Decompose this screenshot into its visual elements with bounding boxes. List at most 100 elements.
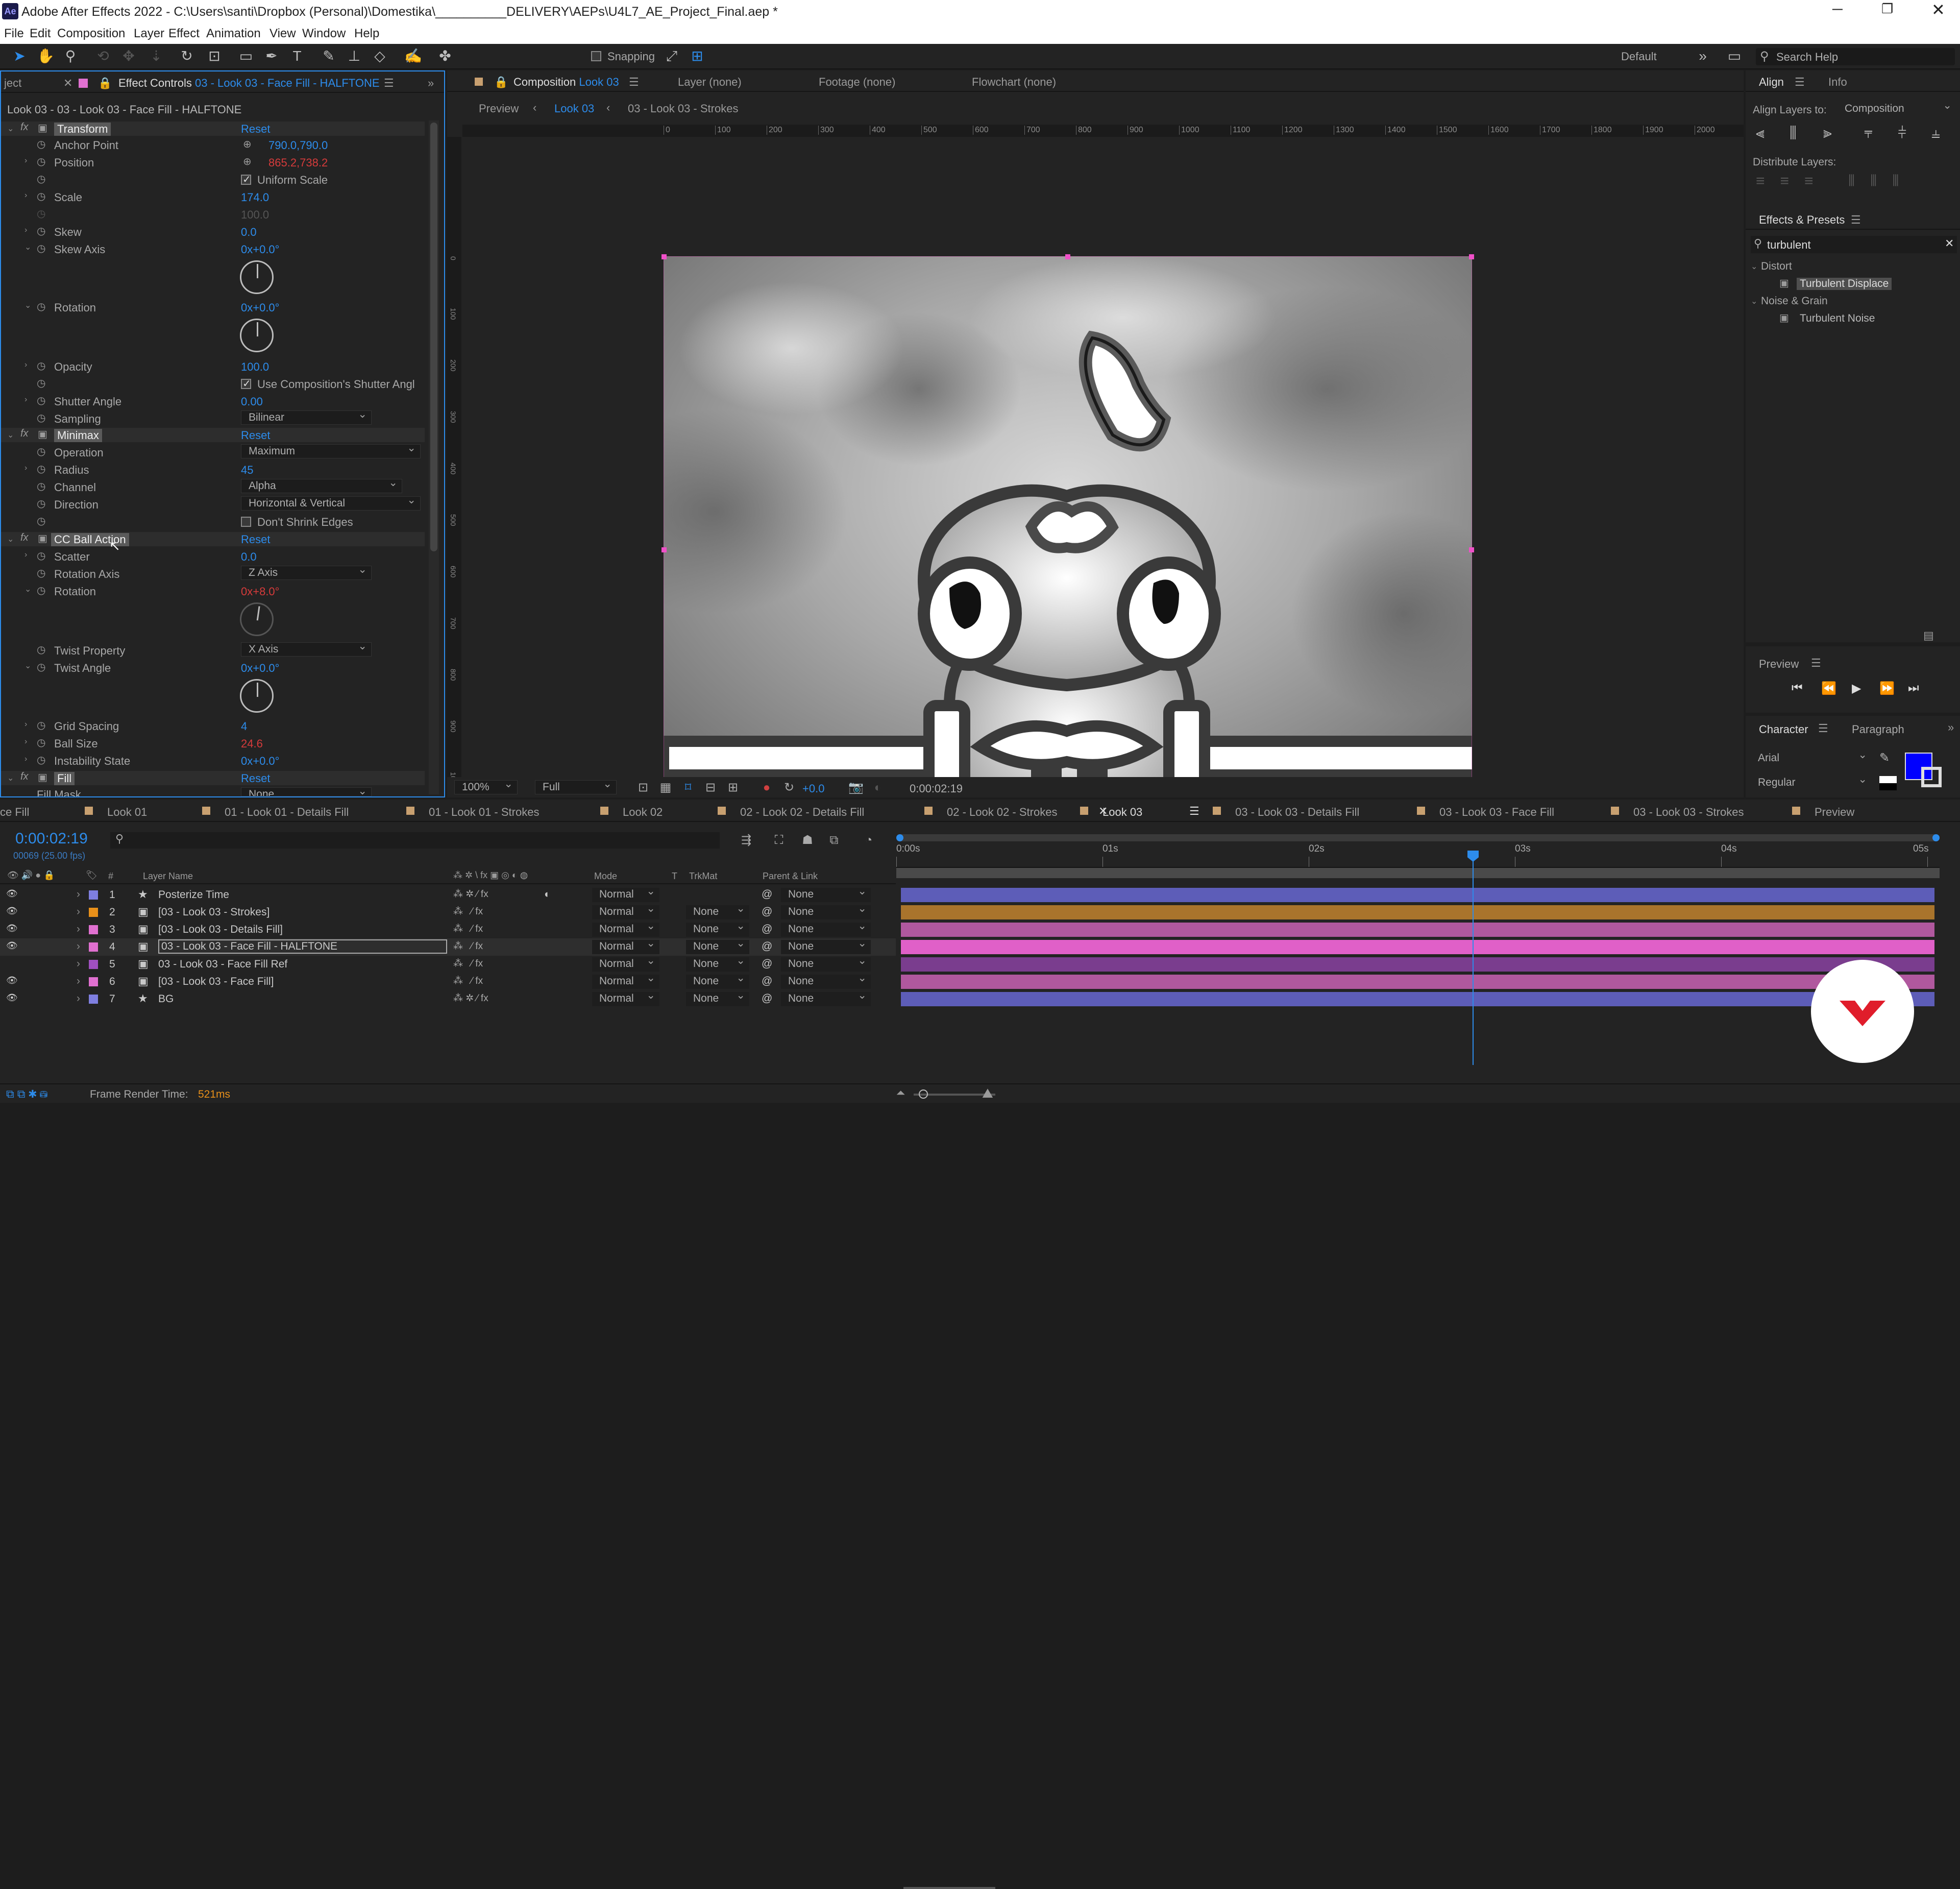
snap-features-icon[interactable]: ⊞ — [689, 48, 705, 64]
stopwatch-icon[interactable]: ◷ — [37, 719, 45, 732]
navigator-start-handle[interactable] — [896, 834, 903, 841]
align-top-icon[interactable]: ⫧ — [1864, 125, 1873, 142]
horizontal-ruler[interactable]: 0 100 200 300 400 500 600 700 800 900 1000 1100 1200… — [462, 125, 1744, 137]
font-family-dropdown[interactable]: Arial — [1751, 748, 1871, 766]
fill-preset-icon[interactable]: ▣ — [38, 771, 47, 784]
anchor-crosshair-icon[interactable]: ⊕ — [243, 138, 252, 151]
layer-row[interactable]: 👁 › 6 ▣ [03 - Look 03 - Face Fill] ⁂ ⁄ fx Norm… — [0, 972, 896, 990]
layer-switches[interactable]: ⁂ ⁄ fx — [453, 975, 483, 987]
layer-duration-bar[interactable] — [901, 940, 1934, 954]
ccball-rotation-collapse-icon[interactable]: ⌄ — [24, 584, 31, 594]
close-tab-icon[interactable]: ✕ — [1098, 805, 1108, 818]
comp-shutter-checkbox[interactable] — [241, 377, 251, 390]
effect-turbulent-noise[interactable]: Turbulent Noise — [1800, 312, 1875, 325]
ccball-reset[interactable]: Reset — [241, 533, 270, 546]
transparency-grid-icon[interactable]: ▦ — [658, 781, 673, 795]
composition-tab[interactable]: Composition Look 03 — [513, 76, 619, 89]
rotation-axis-dropdown[interactable]: Z Axis — [241, 563, 372, 580]
visibility-eye-icon[interactable]: 👁 — [6, 906, 18, 916]
color-channels-icon[interactable]: ● — [760, 781, 774, 795]
blend-mode-dropdown[interactable]: Normal — [592, 919, 659, 937]
stopwatch-icon[interactable]: ◷ — [37, 225, 45, 237]
rotation-collapse-icon[interactable]: ⌄ — [24, 300, 31, 310]
time-navigator[interactable] — [896, 834, 1940, 841]
navigator-end-handle[interactable] — [1932, 834, 1940, 841]
parent-dropdown[interactable]: None — [781, 989, 871, 1006]
stroke-color-swatch[interactable] — [1921, 767, 1942, 787]
pickwhip-icon[interactable]: @ — [762, 958, 772, 970]
stopwatch-icon[interactable]: ◷ — [37, 394, 45, 407]
stopwatch-icon[interactable]: ◷ — [37, 411, 45, 424]
orbit-tool-icon[interactable]: ⟲ — [95, 48, 111, 64]
pickwhip-icon[interactable]: @ — [762, 975, 772, 987]
menu-layer[interactable]: Layer — [134, 27, 164, 41]
fx-toggle-icon[interactable]: fx — [20, 122, 29, 133]
status-icons[interactable]: ⧉ ⧉ ✱ ⛁ — [6, 1087, 47, 1101]
pan-tool-icon[interactable]: ✥ — [120, 48, 137, 64]
stopwatch-icon[interactable]: ◷ — [37, 300, 45, 313]
menu-file[interactable]: File — [4, 27, 24, 41]
pickwhip-icon[interactable]: @ — [762, 888, 772, 901]
fx-toggle-icon[interactable]: fx — [20, 428, 29, 440]
crumb-look03[interactable]: Look 03 — [554, 102, 594, 115]
layer-search-field[interactable]: ⚲ — [110, 832, 720, 849]
layer-label-color[interactable] — [89, 942, 98, 952]
timeline-zoom-slider[interactable] — [903, 1887, 995, 1889]
rotation-value[interactable]: 0x+0.0° — [241, 301, 279, 314]
menu-edit[interactable]: Edit — [30, 27, 51, 41]
panel-menu-icon[interactable]: ☰ — [1795, 76, 1805, 89]
menu-effect[interactable]: Effect — [168, 27, 200, 41]
fill-reset[interactable]: Reset — [241, 772, 270, 785]
crumb-left-arrow-icon[interactable]: ‹ — [533, 101, 536, 114]
menu-view[interactable]: View — [270, 27, 296, 41]
scale-expand-icon[interactable]: › — [24, 191, 27, 200]
zoom-slider-knob[interactable] — [919, 1089, 928, 1099]
trkmat-dropdown[interactable]: None — [686, 937, 749, 954]
stopwatch-icon[interactable]: ◷ — [37, 190, 45, 203]
show-snapshot-icon[interactable]: ◐ — [871, 781, 885, 795]
paragraph-tab[interactable]: Paragraph — [1852, 723, 1904, 736]
expand-layer-icon[interactable]: › — [77, 975, 80, 987]
blend-mode-dropdown[interactable]: Normal — [592, 885, 659, 902]
stopwatch-icon[interactable]: ◷ — [37, 359, 45, 372]
rotation-dial[interactable] — [240, 319, 274, 352]
stopwatch-icon[interactable]: ◷ — [37, 173, 45, 185]
parent-dropdown[interactable]: None — [781, 919, 871, 937]
panel-menu-icon[interactable]: ☰ — [1811, 657, 1821, 670]
timeline-tab[interactable]: 03 - Look 03 - Details Fill — [1235, 806, 1359, 819]
viewer-timecode[interactable]: 0:00:02:19 — [910, 782, 963, 795]
stopwatch-icon[interactable]: ◷ — [37, 584, 45, 597]
layer-name[interactable]: [03 - Look 03 - Face Fill] — [158, 976, 274, 988]
motion-blur-icon[interactable]: ◔ — [862, 833, 876, 847]
scatter-value[interactable]: 0.0 — [241, 550, 257, 564]
minimax-name[interactable]: Minimax — [54, 429, 102, 442]
dont-shrink-checkbox[interactable] — [241, 517, 251, 527]
layer-duration-bar[interactable] — [901, 957, 1934, 972]
blend-mode-dropdown[interactable]: Normal — [592, 972, 659, 989]
comp-viewer[interactable] — [462, 137, 1744, 777]
effect-controls-scrollbar[interactable] — [429, 120, 439, 794]
effects-search-field[interactable]: ⚲ turbulent ✕ — [1751, 236, 1957, 253]
visibility-eye-icon[interactable]: 👁 — [6, 975, 18, 986]
transform-handle[interactable] — [662, 254, 667, 259]
timeline-tab[interactable]: Look 01 — [107, 806, 147, 819]
fill-name[interactable]: Fill — [54, 772, 75, 785]
preview-button[interactable]: Preview — [479, 102, 519, 115]
eyedropper-icon[interactable]: ✎ — [1879, 750, 1890, 765]
align-right-icon[interactable]: ⫸ — [1823, 125, 1832, 142]
layer-row[interactable]: 👁 › 4 ▣ 03 - Look 03 - Face Fill - HALFTONE ⁂… — [0, 937, 896, 956]
layer-label-color[interactable] — [89, 908, 98, 917]
expand-layer-icon[interactable]: › — [77, 992, 80, 1005]
expand-layer-icon[interactable]: › — [77, 958, 80, 970]
distribute-icons[interactable]: ≡≡≡ ⦀⦀⦀ — [1756, 173, 1914, 190]
playhead[interactable] — [1467, 851, 1479, 1065]
clone-stamp-tool-icon[interactable]: ⊥ — [346, 48, 362, 64]
pickwhip-icon[interactable]: @ — [762, 940, 772, 953]
panel-menu-icon[interactable]: ☰ — [1851, 213, 1861, 227]
visibility-eye-icon[interactable]: 👁 — [6, 940, 18, 951]
close-icon[interactable]: ✕ — [1931, 0, 1945, 19]
parent-dropdown[interactable]: None — [781, 885, 871, 902]
blend-mode-dropdown[interactable]: Normal — [592, 937, 659, 954]
position-expand-icon[interactable]: › — [24, 156, 27, 165]
timeline-tab[interactable]: Preview — [1815, 806, 1854, 819]
